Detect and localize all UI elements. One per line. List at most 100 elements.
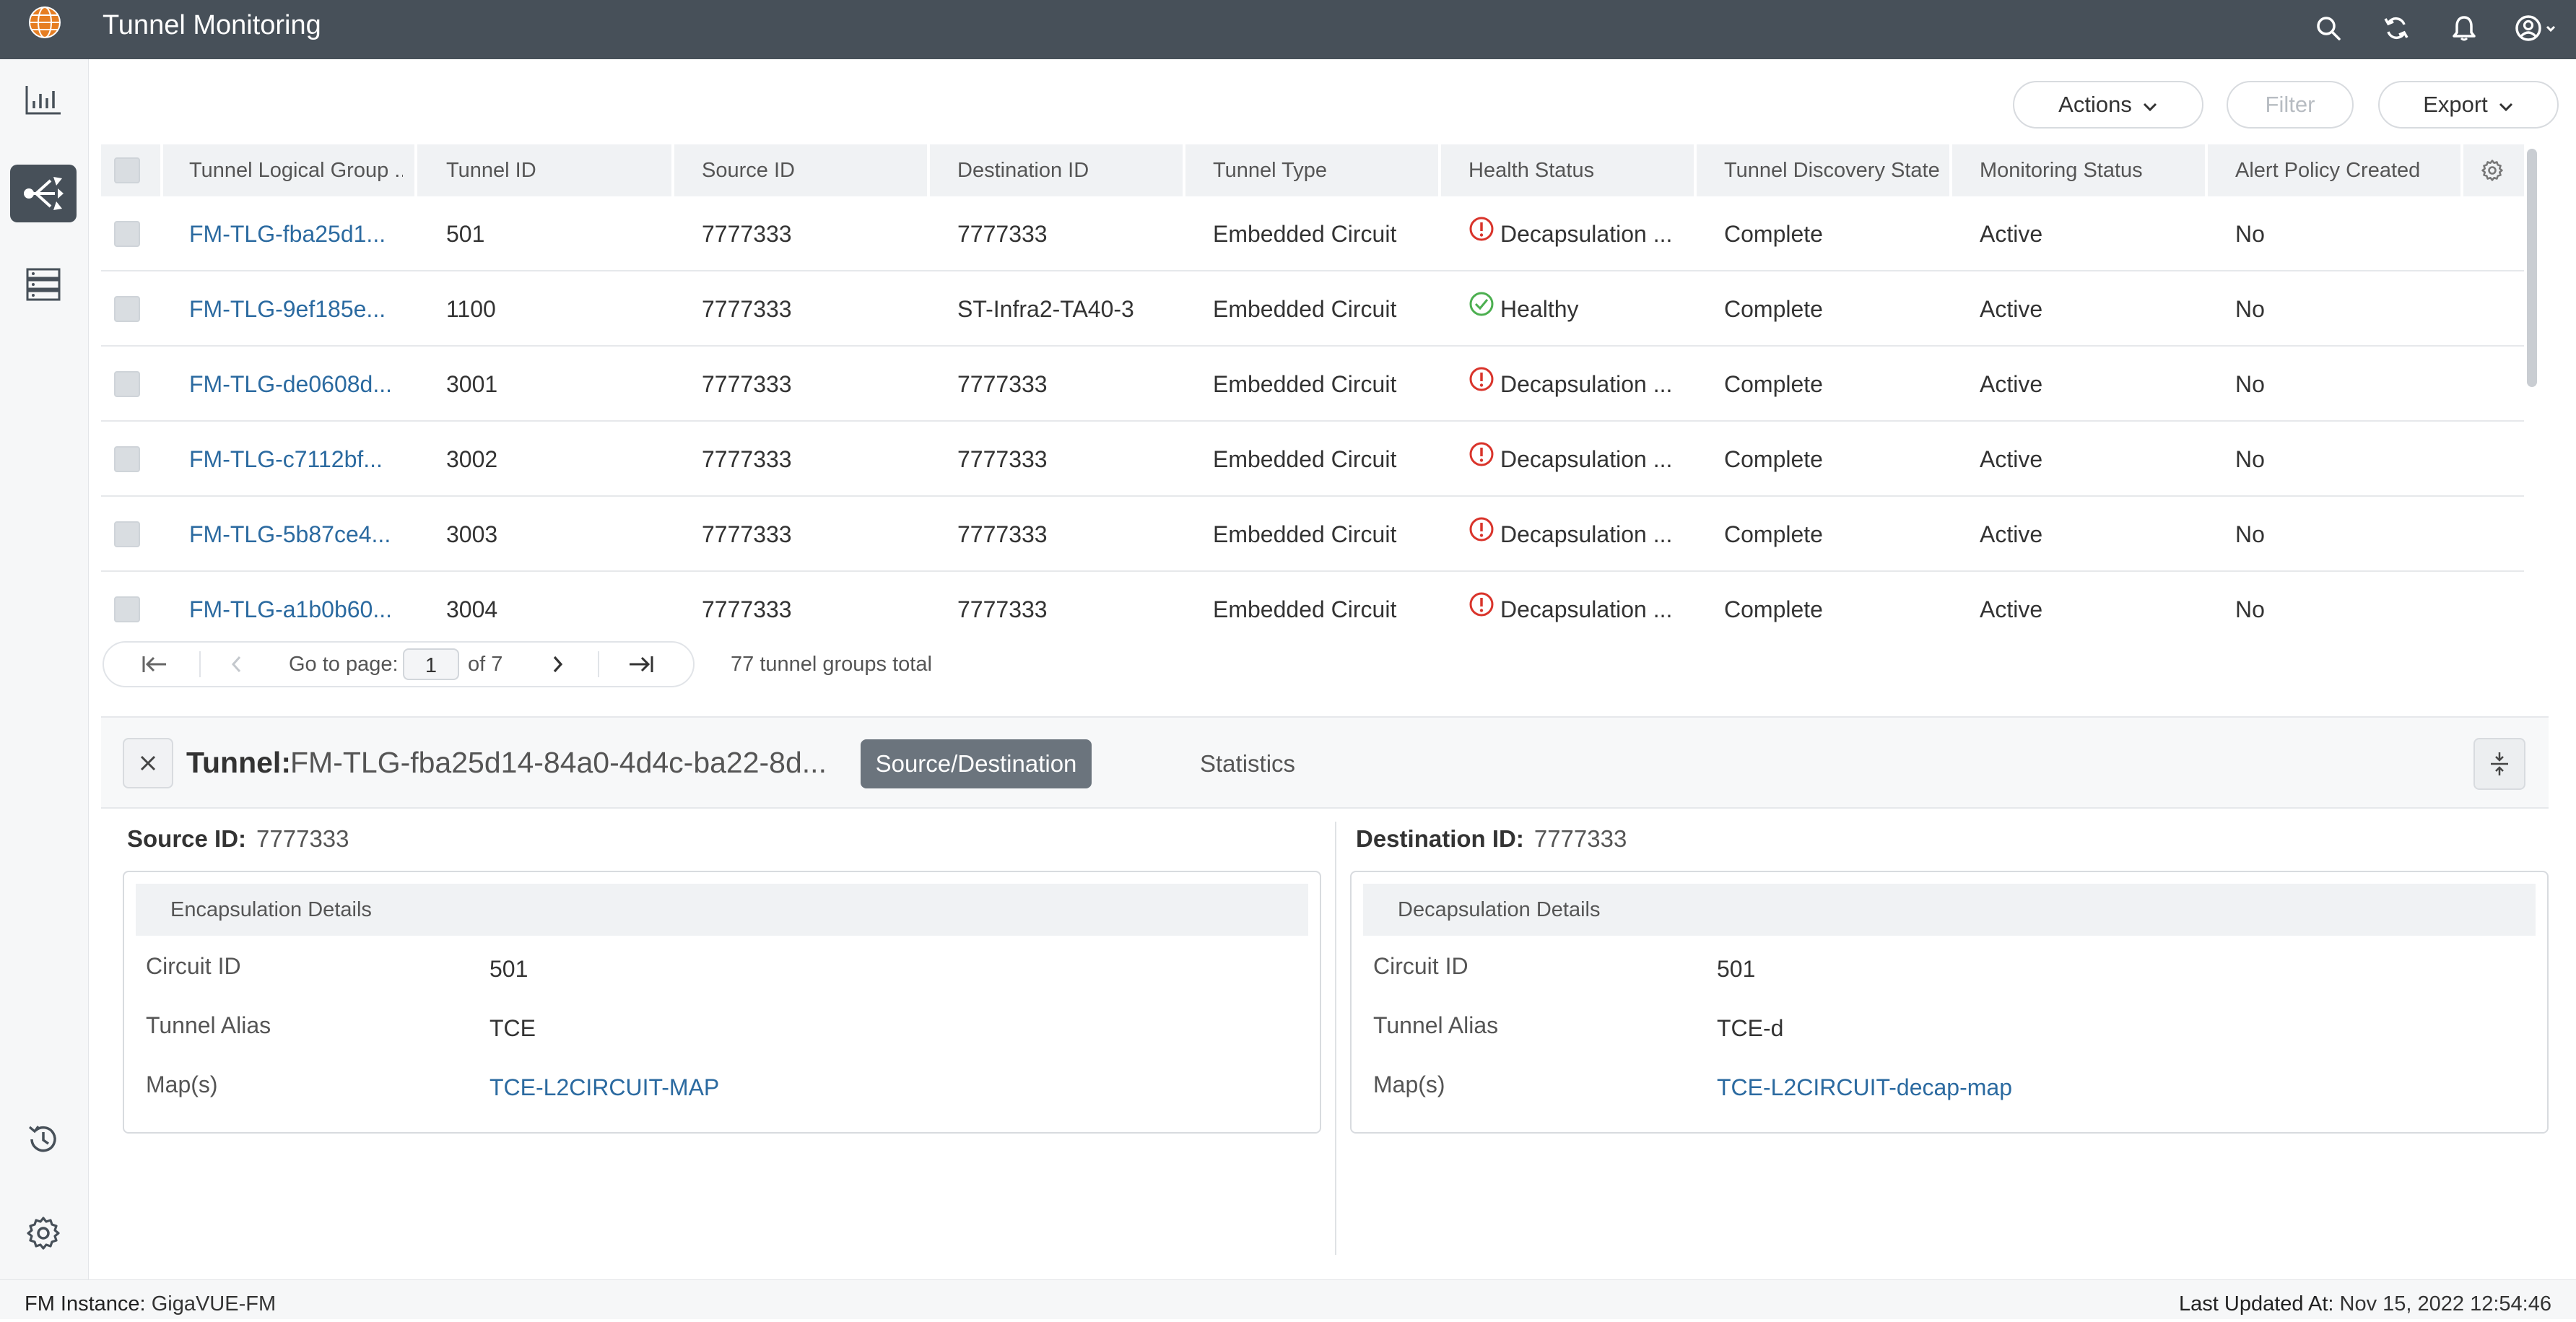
next-page-icon[interactable] bbox=[536, 643, 579, 686]
row-checkbox[interactable] bbox=[114, 221, 140, 247]
discovery-state-cell: Complete bbox=[1724, 296, 1823, 322]
header-tunnel-logical-group[interactable]: Tunnel Logical Group ... bbox=[172, 144, 403, 196]
table-row[interactable]: FM-TLG-fba25d1... 501 7777333 7777333 Em… bbox=[101, 196, 2524, 271]
collapse-icon[interactable] bbox=[2473, 738, 2525, 790]
health-status-cell: Decapsulation ... bbox=[1451, 196, 1694, 271]
health-status-cell: Decapsulation ... bbox=[1451, 572, 1694, 627]
health-status-cell: Decapsulation ... bbox=[1451, 422, 1694, 497]
alert-policy-cell: No bbox=[2235, 296, 2265, 322]
health-status-text: Decapsulation ... bbox=[1500, 521, 1673, 547]
circuit-id-label: Circuit ID bbox=[1373, 953, 1468, 979]
tunnel-group-link[interactable]: FM-TLG-c7112bf... bbox=[172, 422, 414, 497]
check-circle-icon bbox=[1468, 271, 1494, 347]
table-header: Tunnel Logical Group ... Tunnel ID Sourc… bbox=[101, 144, 2524, 196]
health-status-text: Decapsulation ... bbox=[1500, 221, 1673, 247]
top-bar: Tunnel Monitoring bbox=[0, 0, 2576, 59]
row-checkbox[interactable] bbox=[114, 521, 140, 547]
header-alert-policy-created[interactable]: Alert Policy Created bbox=[2218, 144, 2463, 196]
tunnel-type-cell: Embedded Circuit bbox=[1213, 296, 1397, 322]
bell-icon[interactable] bbox=[2446, 10, 2482, 46]
dashboard-chart-icon[interactable] bbox=[10, 71, 77, 129]
health-status-cell: Decapsulation ... bbox=[1451, 347, 1694, 422]
row-checkbox[interactable] bbox=[114, 296, 140, 322]
prev-page-icon[interactable] bbox=[215, 643, 258, 686]
close-icon[interactable] bbox=[123, 738, 173, 788]
monitoring-status-cell: Active bbox=[1980, 221, 2043, 247]
actions-label: Actions bbox=[2058, 92, 2132, 117]
search-icon[interactable] bbox=[2310, 10, 2346, 46]
tunnel-group-link[interactable]: FM-TLG-a1b0b60... bbox=[172, 572, 414, 627]
settings-icon[interactable] bbox=[10, 1204, 77, 1262]
total-count-label: 77 tunnel groups total bbox=[731, 653, 932, 676]
table-scrollbar[interactable] bbox=[2527, 149, 2537, 387]
last-page-icon[interactable] bbox=[612, 643, 670, 686]
fm-instance: FM Instance: GigaVUE-FM bbox=[25, 1286, 276, 1322]
row-checkbox[interactable] bbox=[114, 446, 140, 472]
inventory-icon[interactable] bbox=[10, 256, 77, 313]
column-settings-gear-icon[interactable] bbox=[2481, 159, 2504, 186]
source-id-value: 7777333 bbox=[256, 825, 349, 852]
map-link[interactable]: TCE-L2CIRCUIT-decap-map bbox=[1717, 1071, 2012, 1103]
tunnel-id-cell: 3001 bbox=[446, 371, 498, 397]
source-id-cell: 7777333 bbox=[702, 371, 792, 397]
tunnel-group-link[interactable]: FM-TLG-9ef185e... bbox=[172, 271, 414, 347]
history-icon[interactable] bbox=[10, 1110, 77, 1168]
page-number-input[interactable]: 1 bbox=[403, 648, 459, 680]
map-link[interactable]: TCE-L2CIRCUIT-MAP bbox=[489, 1071, 719, 1103]
card-header: Encapsulation Details bbox=[136, 884, 1308, 936]
decapsulation-details-title: Decapsulation Details bbox=[1398, 898, 1601, 921]
filter-button[interactable]: Filter bbox=[2227, 81, 2354, 129]
export-button[interactable]: Export bbox=[2378, 81, 2559, 129]
header-source-id[interactable]: Source ID bbox=[684, 144, 930, 196]
table-row[interactable]: FM-TLG-5b87ce4... 3003 7777333 7777333 E… bbox=[101, 497, 2524, 572]
circuit-id-label: Circuit ID bbox=[146, 953, 241, 979]
header-tunnel-type[interactable]: Tunnel Type bbox=[1196, 144, 1441, 196]
tab-source-destination[interactable]: Source/Destination bbox=[861, 739, 1092, 788]
globe-logo-icon[interactable] bbox=[27, 0, 62, 45]
tunnel-id-cell: 3003 bbox=[446, 521, 498, 547]
error-icon bbox=[1468, 572, 1494, 627]
encapsulation-details-card: Encapsulation Details Circuit ID 501 Tun… bbox=[123, 871, 1321, 1134]
circuit-id-value: 501 bbox=[489, 956, 528, 982]
row-checkbox[interactable] bbox=[114, 596, 140, 622]
select-all-checkbox[interactable] bbox=[114, 157, 140, 183]
user-icon[interactable] bbox=[2514, 10, 2559, 46]
header-destination-id[interactable]: Destination ID bbox=[940, 144, 1185, 196]
monitoring-status-cell: Active bbox=[1980, 446, 2043, 472]
refresh-icon[interactable] bbox=[2378, 10, 2414, 46]
source-id-cell: 7777333 bbox=[702, 446, 792, 472]
actions-button[interactable]: Actions bbox=[2013, 81, 2203, 129]
tunnel-type-cell: Embedded Circuit bbox=[1213, 371, 1397, 397]
header-monitoring-status[interactable]: Monitoring Status bbox=[1962, 144, 2208, 196]
tunnel-group-link[interactable]: FM-TLG-de0608d... bbox=[172, 347, 414, 422]
row-checkbox[interactable] bbox=[114, 371, 140, 397]
tab-statistics[interactable]: Statistics bbox=[1200, 739, 1295, 788]
table-row[interactable]: FM-TLG-a1b0b60... 3004 7777333 7777333 E… bbox=[101, 572, 2524, 627]
tunnel-icon[interactable] bbox=[10, 165, 77, 222]
table-row[interactable]: FM-TLG-de0608d... 3001 7777333 7777333 E… bbox=[101, 347, 2524, 422]
decapsulation-details-card: Decapsulation Details Circuit ID 501 Tun… bbox=[1350, 871, 2549, 1134]
tunnel-type-cell: Embedded Circuit bbox=[1213, 596, 1397, 622]
destination-id-label: Destination ID: 7777333 bbox=[1356, 823, 1627, 855]
discovery-state-cell: Complete bbox=[1724, 221, 1823, 247]
tunnel-group-link[interactable]: FM-TLG-5b87ce4... bbox=[172, 497, 414, 572]
header-tunnel-discovery-state[interactable]: Tunnel Discovery State bbox=[1707, 144, 1952, 196]
monitoring-status-cell: Active bbox=[1980, 296, 2043, 322]
left-nav bbox=[0, 59, 89, 1279]
filter-label: Filter bbox=[2265, 92, 2315, 117]
table-row[interactable]: FM-TLG-9ef185e... 1100 7777333 ST-Infra2… bbox=[101, 271, 2524, 347]
destination-id-cell: 7777333 bbox=[957, 521, 1048, 547]
tunnel-group-link[interactable]: FM-TLG-fba25d1... bbox=[172, 196, 414, 271]
header-tunnel-id[interactable]: Tunnel ID bbox=[429, 144, 674, 196]
tunnel-name: FM-TLG-fba25d14-84a0-4d4c-ba22-8d... bbox=[290, 746, 827, 779]
tunnel-type-cell: Embedded Circuit bbox=[1213, 221, 1397, 247]
first-page-icon[interactable] bbox=[126, 643, 183, 686]
header-health-status[interactable]: Health Status bbox=[1451, 144, 1697, 196]
health-status-text: Decapsulation ... bbox=[1500, 596, 1673, 622]
error-icon bbox=[1468, 422, 1494, 497]
tunnel-alias-label: Tunnel Alias bbox=[146, 1012, 271, 1038]
tunnel-id-cell: 501 bbox=[446, 221, 485, 247]
table-row[interactable]: FM-TLG-c7112bf... 3002 7777333 7777333 E… bbox=[101, 422, 2524, 497]
chevron-down-icon bbox=[2142, 92, 2158, 118]
tunnel-label: Tunnel: bbox=[186, 746, 291, 779]
